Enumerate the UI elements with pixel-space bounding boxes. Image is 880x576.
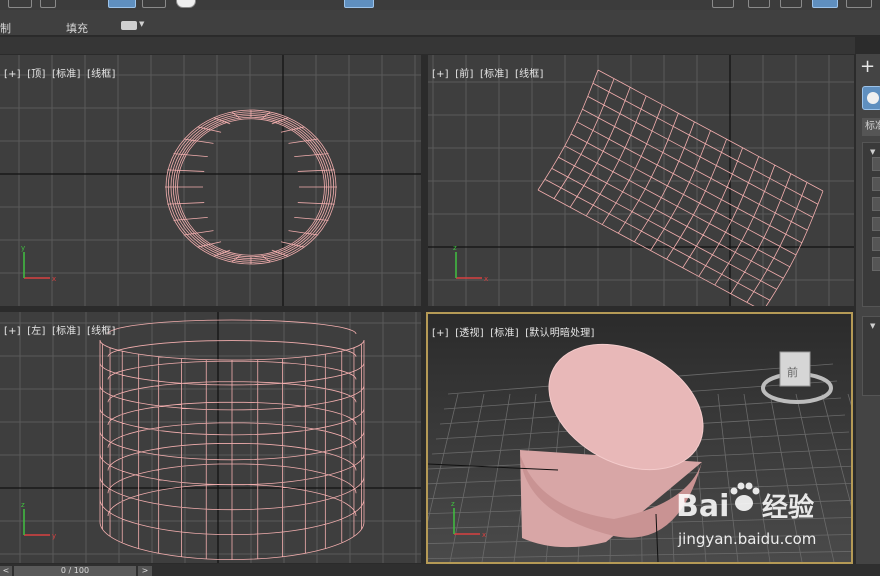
y-axis-letter-icon: z <box>451 500 455 508</box>
render-setup-button[interactable] <box>712 0 734 8</box>
object-type-rollout: ▼ <box>862 142 880 307</box>
main-toolbar <box>0 0 880 10</box>
ribbon-options-icon[interactable] <box>121 21 137 30</box>
select-scale-button[interactable] <box>142 0 166 8</box>
layout-button[interactable] <box>846 0 872 8</box>
standard-primitives-dropdown[interactable]: 标准 <box>862 118 880 136</box>
viewport-menu-plus[interactable]: [+] <box>4 326 21 337</box>
grid-lines <box>428 55 854 306</box>
top-view-canvas[interactable]: xy <box>0 55 421 306</box>
x-axis-letter-icon: x <box>484 275 488 283</box>
viewport-display-mode[interactable]: [默认明暗处理] <box>525 328 594 339</box>
viewport-shading-preset[interactable]: [标准] <box>52 69 81 80</box>
svg-text:经验: 经验 <box>762 492 814 523</box>
viewport-display-mode[interactable]: [线框] <box>87 69 116 80</box>
ribbon-tab-fill[interactable]: 填充 <box>66 20 88 36</box>
front-view-canvas[interactable]: xz <box>428 55 854 306</box>
grid-lines <box>0 312 421 563</box>
x-axis-letter-icon: x <box>52 275 56 283</box>
create-panel-plus-icon[interactable]: + <box>860 58 878 76</box>
object-button[interactable] <box>872 217 880 231</box>
svg-text:Bai: Bai <box>676 489 729 524</box>
window-crossing-button[interactable] <box>40 0 56 8</box>
viewport-display-mode[interactable]: [线框] <box>515 69 544 80</box>
ribbon-bar: 制 填充 ▼ <box>0 10 880 36</box>
object-button[interactable] <box>872 157 880 171</box>
viewport-menu-plus[interactable]: [+] <box>432 69 449 80</box>
viewport-display-mode[interactable]: [线框] <box>87 326 116 337</box>
select-region-button[interactable] <box>8 0 32 8</box>
viewport-point-of-view[interactable]: [前] <box>455 69 473 80</box>
viewport-left[interactable]: [+] [左] [标准] [线框] yz <box>0 312 421 563</box>
object-button[interactable] <box>872 237 880 251</box>
x-axis-letter-icon: y <box>52 532 56 540</box>
geometry-button[interactable] <box>862 86 880 110</box>
y-axis-letter-icon: z <box>453 244 457 252</box>
snap-button[interactable] <box>344 0 374 8</box>
workspace-button[interactable] <box>812 0 838 8</box>
sphere-icon <box>867 92 879 104</box>
grid-lines <box>0 55 421 306</box>
prev-frame-button[interactable]: < <box>0 566 12 576</box>
grid-line <box>449 393 485 562</box>
y-axis-letter-icon: y <box>21 244 25 252</box>
grid-line <box>481 393 511 562</box>
object-button[interactable] <box>872 257 880 271</box>
viewport-shading-preset[interactable]: [标准] <box>480 69 509 80</box>
viewport-label[interactable]: [+] [左] [标准] [线框] <box>4 322 119 337</box>
ribbon-strip <box>0 37 855 54</box>
viewcube-face-label: 前 <box>787 365 798 379</box>
time-slider-bar: < 0 / 100 > <box>0 564 880 576</box>
viewport-shading-preset[interactable]: [标准] <box>490 328 519 339</box>
render-button[interactable] <box>780 0 802 8</box>
y-axis-letter-icon: z <box>21 501 25 509</box>
collapse-arrow-icon[interactable]: ▼ <box>870 322 875 330</box>
viewport-shading-preset[interactable]: [标准] <box>52 326 81 337</box>
viewport-label[interactable]: [+] [顶] [标准] [线框] <box>4 65 119 80</box>
select-rotate-button[interactable] <box>108 0 136 8</box>
collapse-arrow-icon[interactable]: ▼ <box>870 148 875 156</box>
viewport-top[interactable]: [+] [顶] [标准] [线框] xy <box>0 55 421 306</box>
left-view-canvas[interactable]: yz <box>0 312 421 563</box>
time-slider[interactable]: 0 / 100 <box>14 566 136 576</box>
viewport-point-of-view[interactable]: [顶] <box>27 69 45 80</box>
viewport-point-of-view[interactable]: [透视] <box>455 328 484 339</box>
name-color-rollout: ▼ <box>862 316 880 396</box>
next-frame-button[interactable]: > <box>138 566 152 576</box>
ribbon-tab-draw[interactable]: 制 <box>0 20 11 36</box>
grid-line <box>428 393 459 522</box>
render-frame-button[interactable] <box>748 0 770 8</box>
viewport-label[interactable]: [+] [前] [标准] [线框] <box>432 65 547 80</box>
viewport-label[interactable]: [+] [透视] [标准] [默认明暗处理] <box>432 324 598 339</box>
cylinder-wireframe <box>537 69 824 306</box>
x-axis-letter-icon: x <box>482 531 486 539</box>
viewport-front[interactable]: [+] [前] [标准] [线框] xz <box>428 55 854 306</box>
object-button[interactable] <box>872 197 880 211</box>
watermark-url: jingyan.baidu.com <box>678 530 817 548</box>
object-button[interactable] <box>872 177 880 191</box>
viewport-menu-plus[interactable]: [+] <box>432 328 449 339</box>
viewport-point-of-view[interactable]: [左] <box>27 326 45 337</box>
chevron-down-icon[interactable]: ▼ <box>139 20 144 28</box>
viewport-menu-plus[interactable]: [+] <box>4 69 21 80</box>
watermark: Bai 经验 jingyan.baidu.com <box>676 478 876 558</box>
pivot-button[interactable] <box>176 0 196 8</box>
